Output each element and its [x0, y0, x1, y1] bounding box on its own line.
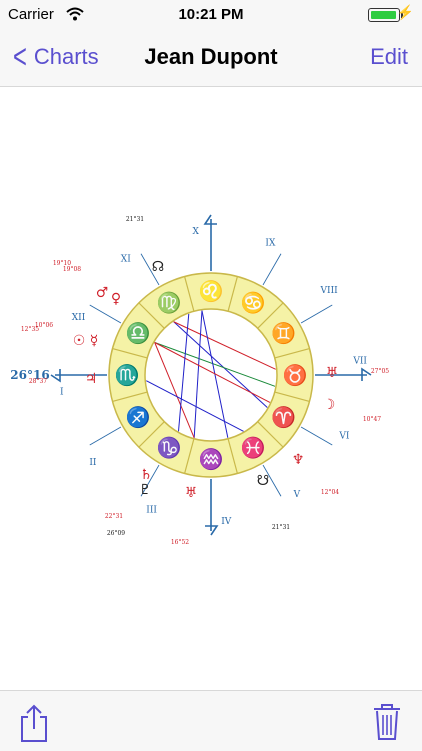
house-numeral: III [146, 505, 157, 515]
house-numeral: I [60, 388, 64, 398]
charging-icon: ⚡ [396, 4, 414, 20]
battery-level [371, 11, 396, 19]
zodiac-sign-glyph: ♍ [157, 290, 182, 314]
planet-glyph: ♇ [139, 482, 152, 498]
degree-label: 22°31 [105, 513, 123, 520]
house-numeral: VI [338, 431, 349, 441]
house-cusp-line [89, 426, 122, 446]
planet-glyph: ♀ [111, 291, 121, 307]
house-numeral: VIII [320, 286, 339, 296]
zodiac-sign-glyph: ♈ [271, 405, 296, 429]
planet-glyph: ☋ [257, 473, 269, 489]
navigation-bar: < Charts Jean Dupont Edit [0, 30, 422, 87]
planet-glyph: ♂ [96, 285, 109, 301]
house-cusp-line [300, 304, 333, 324]
house-numeral: V [293, 490, 301, 500]
degree-label: 16°52 [171, 539, 189, 546]
status-bar: Carrier 10:21 PM ⚡ [0, 0, 422, 30]
edit-button[interactable]: Edit [370, 44, 408, 70]
share-icon[interactable] [18, 703, 50, 743]
zodiac-sign-glyph: ♏ [115, 363, 140, 387]
degree-label: 10°06 [35, 322, 53, 329]
planet-glyph: ♆ [292, 452, 305, 468]
zodiac-sign-glyph: ♋ [241, 290, 266, 314]
degree-label: 21°31 [126, 216, 144, 223]
zodiac-sign-glyph: ♌ [199, 279, 224, 303]
degree-label: 21°31 [272, 524, 290, 531]
house-cusp-line [300, 426, 333, 446]
planet-glyph: ☉ [73, 333, 86, 349]
house-numeral: XI [121, 255, 131, 265]
battery-icon [368, 8, 403, 22]
planet-glyph: ♄ [140, 467, 153, 483]
clock: 10:21 PM [178, 6, 244, 23]
house-numeral: VII [352, 356, 367, 366]
zodiac-sign-glyph: ♊ [271, 321, 296, 345]
zodiac-sign-glyph: ♒ [199, 447, 224, 471]
degree-label: 12°04 [321, 489, 339, 496]
planet-glyph: ☊ [152, 259, 164, 275]
trash-icon[interactable] [372, 703, 402, 741]
house-numeral: X [193, 227, 200, 237]
bottom-toolbar [0, 690, 422, 751]
house-numeral: XII [72, 313, 86, 323]
degree-label: 19°08 [63, 266, 81, 273]
zodiac-sign-glyph: ♓ [241, 436, 266, 460]
zodiac-sign-glyph: ♎ [126, 321, 151, 345]
planet-glyph: ♅ [185, 485, 198, 501]
zodiac-sign-glyph: ♐ [126, 405, 151, 429]
astrology-chart: ♌ ♋ ♊ ♉ ♈ ♓ ♒ ♑ ♐ ♏ ♎ ♍ X XI XII I II III IV V VI VII VIII IX 26… [0, 87, 422, 687]
house-numeral: II [89, 458, 97, 468]
chart-canvas: ♌ ♋♊♉♈♓♒♑♐♏♎♍XXIXIIIIIIIIIVVVIVIIVIIIIX26… [10, 214, 389, 546]
planet-glyph: ♅ [326, 365, 339, 381]
degree-label: 26°09 [107, 530, 125, 537]
house-cusp-line [89, 304, 122, 324]
house-numeral: IV [221, 517, 232, 527]
zodiac-sign-glyph: ♑ [157, 436, 182, 460]
planet-glyph: ☿ [90, 333, 99, 349]
page-title: Jean Dupont [144, 44, 278, 69]
planet-glyph: ♃ [85, 371, 98, 387]
house-cusp-line [262, 253, 282, 286]
degree-label: 10°47 [363, 416, 381, 423]
house-numeral: IX [265, 239, 276, 249]
zodiac-ring-inner [144, 308, 278, 442]
degree-label: 28°37 [29, 378, 47, 385]
planet-glyph: ☽ [323, 397, 336, 413]
degree-label: 27°05 [371, 368, 389, 375]
zodiac-sign-glyph: ♉ [283, 363, 308, 387]
